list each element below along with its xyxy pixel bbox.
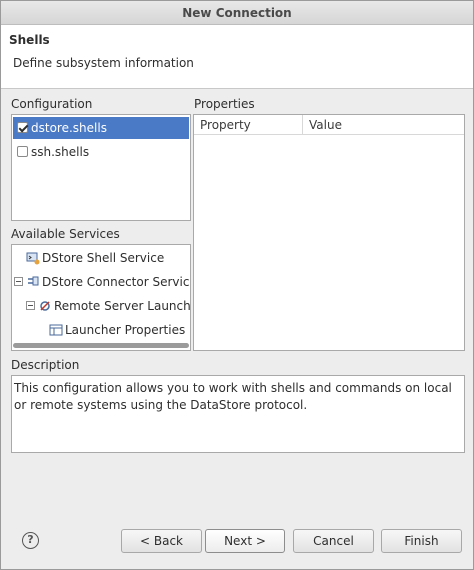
back-button[interactable]: < Back [121, 529, 202, 553]
description-box: This configuration allows you to work wi… [11, 375, 465, 453]
description-text: This configuration allows you to work wi… [14, 381, 452, 412]
window-title: New Connection [1, 1, 473, 25]
collapse-icon[interactable] [14, 277, 23, 286]
column-header-value[interactable]: Value [302, 115, 464, 135]
config-item-label: dstore.shells [31, 121, 107, 135]
properties-table-header: Property Value [194, 115, 464, 135]
checkbox-unchecked-icon[interactable] [17, 146, 28, 157]
new-connection-dialog: New Connection Shells Define subsystem i… [0, 0, 474, 570]
horizontal-scrollbar[interactable] [13, 343, 189, 348]
finish-button[interactable]: Finish [381, 529, 462, 553]
properties-table[interactable]: Property Value [193, 114, 465, 351]
help-icon[interactable]: ? [22, 532, 39, 549]
tree-item-label: DStore Shell Service [42, 251, 165, 265]
services-tree[interactable]: DStore Shell Service DStore Connector Se… [11, 244, 191, 351]
shell-service-icon [26, 252, 40, 265]
checkbox-checked-icon[interactable] [17, 122, 28, 133]
tree-item-label: DStore Connector Service [42, 275, 191, 289]
available-services-label: Available Services [11, 227, 120, 241]
config-item-ssh-shells[interactable]: ssh.shells [13, 141, 189, 163]
collapse-icon[interactable] [26, 301, 35, 310]
next-button[interactable]: Next > [205, 529, 285, 553]
cancel-button[interactable]: Cancel [293, 529, 374, 553]
configuration-list[interactable]: dstore.shells ssh.shells [11, 114, 191, 221]
config-item-label: ssh.shells [31, 145, 90, 159]
properties-icon [49, 324, 63, 336]
tree-item-label: Remote Server Launcher [54, 299, 191, 313]
column-header-property[interactable]: Property [194, 115, 302, 135]
connector-service-icon [28, 276, 39, 286]
wizard-header: Shells Define subsystem information [1, 25, 473, 89]
launcher-icon [40, 301, 50, 311]
page-title: Shells [9, 33, 50, 47]
config-item-dstore-shells[interactable]: dstore.shells [13, 117, 189, 139]
description-label: Description [11, 358, 80, 372]
tree-item-label: Launcher Properties [65, 323, 186, 337]
configuration-label: Configuration [11, 97, 93, 111]
properties-label: Properties [194, 97, 255, 111]
tree-item-remote-server-launcher[interactable]: Remote Server Launcher [12, 295, 190, 317]
tree-item-launcher-properties[interactable]: Launcher Properties [12, 319, 190, 341]
page-description: Define subsystem information [13, 56, 194, 70]
tree-item-connector-service[interactable]: DStore Connector Service [12, 271, 190, 293]
tree-item-shell-service[interactable]: DStore Shell Service [12, 247, 190, 269]
